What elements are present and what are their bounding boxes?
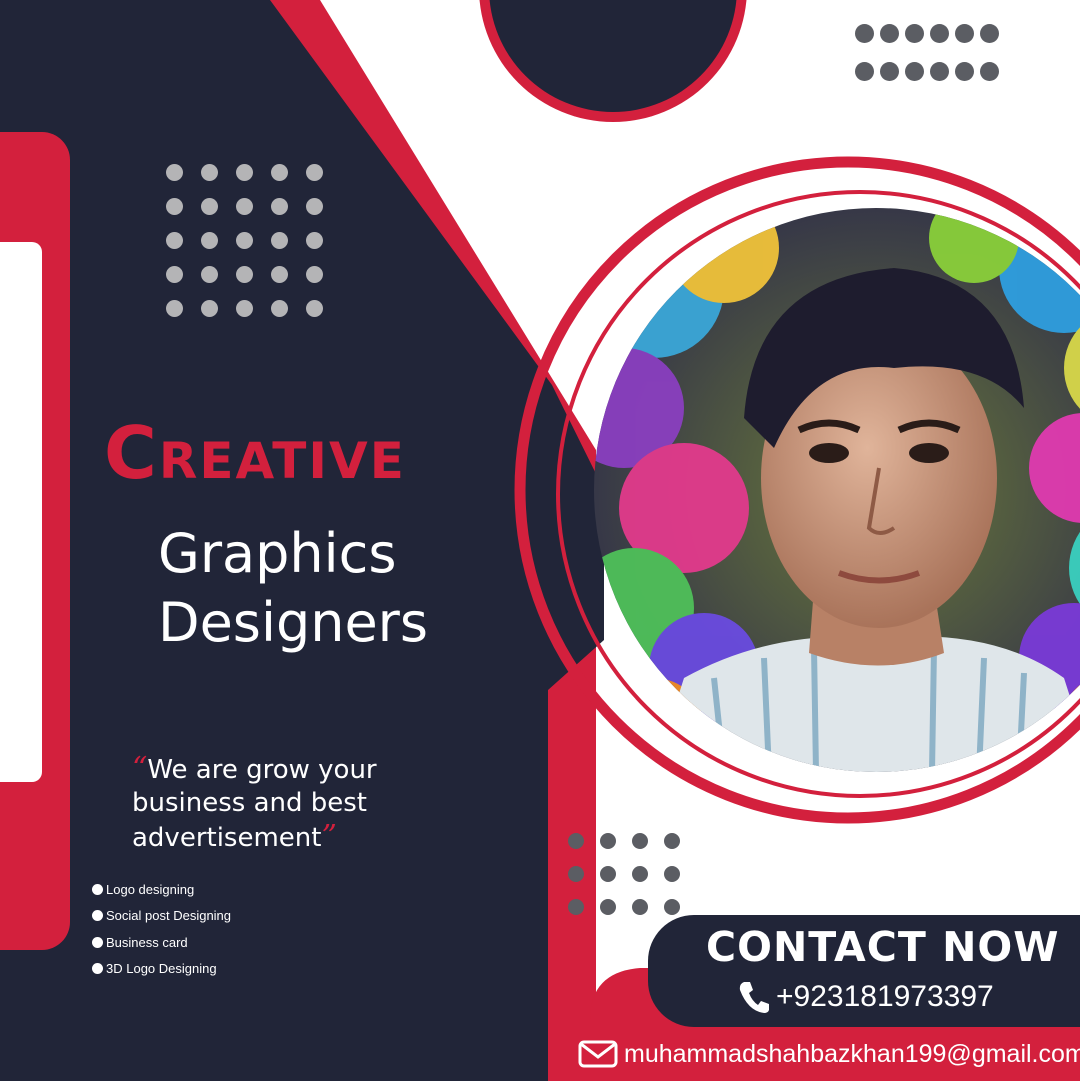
dot-grid-top-right (855, 24, 999, 81)
phone-number: +923181973397 (776, 980, 994, 1013)
bullet-icon (92, 883, 103, 895)
services-list: Logo designing Social post Designing Bus… (92, 876, 231, 982)
service-item: 3D Logo Designing (92, 956, 231, 983)
service-label: Logo designing (106, 881, 195, 897)
service-item: Business card (92, 929, 231, 956)
service-label: Business card (106, 934, 188, 950)
headline-creative: Creative (104, 411, 406, 495)
bullet-icon (92, 936, 103, 948)
phone-handset-icon (739, 982, 769, 1013)
open-quote: “ (132, 751, 148, 786)
tagline: “We are grow your business and best adve… (132, 752, 432, 855)
contact-email[interactable]: muhammadshahbazkhan199@gmail.com (578, 1040, 1080, 1068)
service-label: 3D Logo Designing (106, 961, 217, 977)
poster: Creative Graphics Designers “We are grow… (0, 0, 1080, 1081)
service-item: Logo designing (92, 876, 231, 903)
service-label: Social post Designing (106, 908, 232, 924)
close-quote: ” (321, 819, 337, 854)
headline-designers: Designers (158, 591, 428, 654)
contact-title: CONTACT NOW (706, 923, 1060, 971)
contact-phone[interactable]: +923181973397 (738, 980, 994, 1014)
top-semicircle (489, 0, 737, 112)
service-item: Social post Designing (92, 903, 231, 930)
envelope-icon (578, 1040, 618, 1068)
dot-grid-left (166, 164, 323, 317)
bullet-icon (92, 963, 103, 975)
headline-graphics: Graphics (158, 522, 397, 585)
bullet-icon (92, 910, 103, 922)
tagline-text: We are grow your business and best adver… (132, 755, 377, 853)
dot-grid-bottom (568, 833, 680, 915)
white-left-inset (0, 242, 42, 782)
email-address: muhammadshahbazkhan199@gmail.com (624, 1039, 1080, 1068)
